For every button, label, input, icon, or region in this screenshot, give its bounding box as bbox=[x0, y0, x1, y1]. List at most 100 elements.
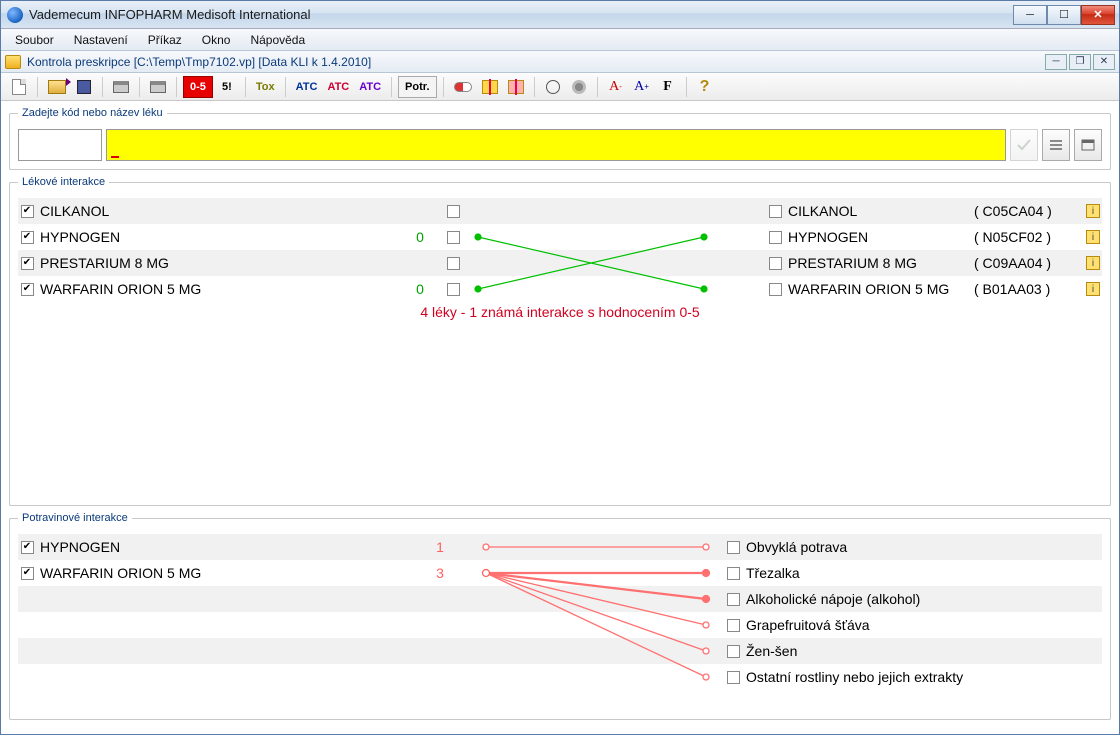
food-row: Ostatní rostliny nebo jejich extrakty bbox=[18, 664, 1102, 690]
pill-icon bbox=[454, 82, 472, 92]
info-icon[interactable]: i bbox=[1086, 282, 1100, 296]
drug-left-name: HYPNOGEN bbox=[36, 229, 396, 245]
search-fieldset: Zadejte kód nebo název léku bbox=[9, 107, 1111, 170]
drug-left-checkbox[interactable] bbox=[21, 205, 34, 218]
atc-red-button[interactable]: ATC bbox=[323, 76, 353, 98]
food-right-checkbox[interactable] bbox=[727, 541, 740, 554]
menu-okno[interactable]: Okno bbox=[192, 30, 241, 50]
menu-prikaz[interactable]: Příkaz bbox=[138, 30, 192, 50]
maximize-button[interactable]: ☐ bbox=[1047, 5, 1081, 25]
window-icon bbox=[1080, 137, 1096, 153]
folder-open-icon bbox=[48, 80, 66, 94]
food-row: Alkoholické nápoje (alkohol) bbox=[18, 586, 1102, 612]
new-button[interactable] bbox=[7, 76, 31, 98]
font-smaller-button[interactable]: A- bbox=[604, 76, 628, 98]
search-window-button[interactable] bbox=[1074, 129, 1102, 161]
food-right-checkbox[interactable] bbox=[727, 645, 740, 658]
info-icon[interactable]: i bbox=[1086, 204, 1100, 218]
atc-purple-button[interactable]: ATC bbox=[355, 76, 385, 98]
drug-mid-checkbox[interactable] bbox=[447, 205, 460, 218]
drug-mid-checkbox[interactable] bbox=[447, 257, 460, 270]
drug-left-name: WARFARIN ORION 5 MG bbox=[36, 281, 396, 297]
food-left-checkbox[interactable] bbox=[21, 567, 34, 580]
food-right-name: Žen-šen bbox=[742, 643, 1102, 659]
font-larger-button[interactable]: A+ bbox=[630, 76, 654, 98]
help-icon: ? bbox=[700, 78, 710, 96]
food-interactions-legend: Potravinové interakce bbox=[18, 512, 132, 524]
font-a-red-icon: A bbox=[609, 79, 619, 95]
search-confirm-button[interactable] bbox=[1010, 129, 1038, 161]
drug-row: PRESTARIUM 8 MGPRESTARIUM 8 MG( C09AA04 … bbox=[18, 250, 1102, 276]
drug-summary-text: 4 léky - 1 známá interakce s hodnocením … bbox=[18, 304, 1102, 320]
menu-soubor[interactable]: Soubor bbox=[5, 30, 64, 50]
new-file-icon bbox=[12, 79, 26, 95]
potr-button[interactable]: Potr. bbox=[398, 76, 436, 98]
drug-left-name: CILKANOL bbox=[36, 203, 396, 219]
close-button[interactable]: ✕ bbox=[1081, 5, 1115, 25]
window-title: Vademecum INFOPHARM Medisoft Internation… bbox=[29, 7, 1013, 22]
book2-button[interactable] bbox=[504, 76, 528, 98]
document-title: Kontrola preskripce [C:\Temp\Tmp7102.vp]… bbox=[27, 55, 371, 69]
search-name-input[interactable] bbox=[106, 129, 1006, 161]
document-header: Kontrola preskripce [C:\Temp\Tmp7102.vp]… bbox=[1, 51, 1119, 73]
drug-right-checkbox[interactable] bbox=[769, 257, 782, 270]
mdi-close-button[interactable]: ✕ bbox=[1093, 54, 1115, 70]
search-legend: Zadejte kód nebo název léku bbox=[18, 107, 167, 119]
food-right-checkbox[interactable] bbox=[727, 593, 740, 606]
drug-right-checkbox[interactable] bbox=[769, 231, 782, 244]
font-f-button[interactable]: F bbox=[656, 76, 680, 98]
settings-button[interactable] bbox=[567, 76, 591, 98]
menubar: Soubor Nastavení Příkaz Okno Nápověda bbox=[1, 29, 1119, 51]
drug-interactions-fieldset: Lékové interakce CILKANOLCILKANOL( C05CA… bbox=[9, 176, 1111, 506]
info-icon[interactable]: i bbox=[1086, 256, 1100, 270]
drug-left-checkbox[interactable] bbox=[21, 257, 34, 270]
book-button[interactable] bbox=[478, 76, 502, 98]
gear-icon bbox=[572, 80, 586, 94]
search-code-input[interactable] bbox=[18, 129, 102, 161]
drug-right-checkbox[interactable] bbox=[769, 283, 782, 296]
food-right-checkbox[interactable] bbox=[727, 567, 740, 580]
drug-left-checkbox[interactable] bbox=[21, 283, 34, 296]
disk-icon bbox=[77, 80, 91, 94]
atc-blue-button[interactable]: ATC bbox=[292, 76, 322, 98]
print-button[interactable] bbox=[109, 76, 133, 98]
drug-atc-code: ( C05CA04 ) bbox=[974, 203, 1084, 219]
drug-atc-code: ( B01AA03 ) bbox=[974, 281, 1084, 297]
drug-table: CILKANOLCILKANOL( C05CA04 )iHYPNOGEN0HYP… bbox=[18, 198, 1102, 488]
mdi-restore-button[interactable]: ❐ bbox=[1069, 54, 1091, 70]
drug-mid-checkbox[interactable] bbox=[447, 283, 460, 296]
pill-button[interactable] bbox=[450, 76, 476, 98]
food-row: WARFARIN ORION 5 MG3Třezalka bbox=[18, 560, 1102, 586]
food-value: 1 bbox=[416, 539, 464, 555]
drug-row: WARFARIN ORION 5 MG0WARFARIN ORION 5 MG(… bbox=[18, 276, 1102, 302]
menu-napoveda[interactable]: Nápověda bbox=[240, 30, 315, 50]
printer-icon bbox=[113, 81, 129, 93]
book2-icon bbox=[508, 80, 524, 94]
info-icon[interactable]: i bbox=[1086, 230, 1100, 244]
list-icon bbox=[1048, 137, 1064, 153]
drug-value: 0 bbox=[396, 281, 444, 297]
font-a-blue-icon: A bbox=[634, 79, 644, 95]
tox-button[interactable]: Tox bbox=[252, 76, 279, 98]
print-multi-button[interactable] bbox=[146, 76, 170, 98]
help-button[interactable]: ? bbox=[693, 76, 717, 98]
search-list-button[interactable] bbox=[1042, 129, 1070, 161]
titlebar: Vademecum INFOPHARM Medisoft Internation… bbox=[1, 1, 1119, 29]
mdi-minimize-button[interactable]: ─ bbox=[1045, 54, 1067, 70]
filter-0-5-button[interactable]: 0-5 bbox=[183, 76, 213, 98]
drug-right-checkbox[interactable] bbox=[769, 205, 782, 218]
food-left-checkbox[interactable] bbox=[21, 541, 34, 554]
drug-mid-checkbox[interactable] bbox=[447, 231, 460, 244]
food-right-name: Třezalka bbox=[742, 565, 1102, 581]
save-button[interactable] bbox=[72, 76, 96, 98]
minimize-button[interactable]: ─ bbox=[1013, 5, 1047, 25]
menu-nastaveni[interactable]: Nastavení bbox=[64, 30, 138, 50]
filter-5-button[interactable]: 5! bbox=[215, 76, 239, 98]
drug-value: 0 bbox=[396, 229, 444, 245]
smiley-button[interactable] bbox=[541, 76, 565, 98]
app-icon bbox=[7, 7, 23, 23]
food-right-checkbox[interactable] bbox=[727, 671, 740, 684]
food-right-checkbox[interactable] bbox=[727, 619, 740, 632]
drug-left-checkbox[interactable] bbox=[21, 231, 34, 244]
window-buttons: ─ ☐ ✕ bbox=[1013, 5, 1115, 25]
